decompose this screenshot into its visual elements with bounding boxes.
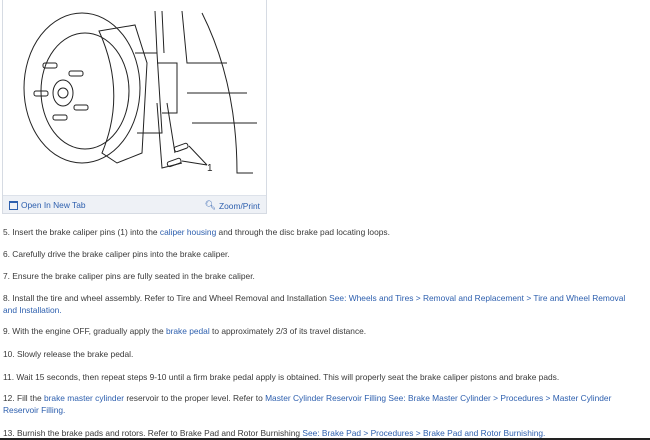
procedure-step: 6. Carefully drive the brake caliper pin… bbox=[3, 248, 633, 260]
step-text: 9. With the engine OFF, gradually apply … bbox=[3, 326, 166, 336]
step-text: 13. Burnish the brake pads and rotors. R… bbox=[3, 428, 303, 438]
step-text: 7. Ensure the brake caliper pins are ful… bbox=[3, 271, 255, 281]
open-in-new-tab-label: Open In New Tab bbox=[21, 200, 86, 210]
open-in-new-tab-link[interactable]: Open In New Tab bbox=[9, 200, 86, 210]
callout-number: 1 bbox=[207, 163, 213, 174]
zoom-print-label: Zoom/Print bbox=[219, 200, 260, 211]
new-tab-icon bbox=[9, 200, 18, 210]
procedure-step: 7. Ensure the brake caliper pins are ful… bbox=[3, 270, 633, 282]
zoom-print-link[interactable]: 🔍︎ Zoom/Print bbox=[205, 200, 260, 211]
step-text: 10. Slowly release the brake pedal. bbox=[3, 349, 134, 359]
procedure-step: 10. Slowly release the brake pedal. bbox=[3, 348, 633, 360]
reference-link[interactable]: brake master cylinder bbox=[44, 393, 124, 403]
step-text: 8. Install the tire and wheel assembly. … bbox=[3, 293, 330, 303]
brake-caliper-figure: 1 Open In New Tab 🔍︎ Zoom/Print bbox=[2, 0, 267, 214]
reference-link[interactable]: Master Cylinder Reservoir Filling bbox=[265, 393, 386, 403]
step-text: 12. Fill the bbox=[3, 393, 44, 403]
procedure-step: 12. Fill the brake master cylinder reser… bbox=[3, 392, 633, 416]
figure-toolbar: Open In New Tab 🔍︎ Zoom/Print bbox=[3, 195, 266, 213]
brake-caliper-diagram: 1 bbox=[23, 10, 257, 174]
reference-link[interactable]: brake pedal bbox=[166, 326, 210, 336]
magnifier-icon: 🔍︎ bbox=[204, 200, 217, 210]
step-text: 5. Insert the brake caliper pins (1) int… bbox=[3, 227, 160, 237]
step-text: and through the disc brake pad locating … bbox=[216, 227, 390, 237]
step-text: to approximately 2/3 of its travel dista… bbox=[209, 326, 367, 336]
procedure-step: 9. With the engine OFF, gradually apply … bbox=[3, 325, 633, 337]
step-text: 11. Wait 15 seconds, then repeat steps 9… bbox=[3, 372, 560, 382]
step-text: 6. Carefully drive the brake caliper pin… bbox=[3, 249, 230, 259]
reference-link[interactable]: caliper housing bbox=[160, 227, 216, 237]
procedure-step: 11. Wait 15 seconds, then repeat steps 9… bbox=[3, 371, 633, 383]
step-text: reservoir to the proper level. Refer to bbox=[124, 393, 266, 403]
reference-link[interactable]: See: Brake Pad > Procedures > Brake Pad … bbox=[302, 428, 545, 438]
procedure-step: 5. Insert the brake caliper pins (1) int… bbox=[3, 226, 633, 238]
procedure-step: 8. Install the tire and wheel assembly. … bbox=[3, 292, 633, 316]
